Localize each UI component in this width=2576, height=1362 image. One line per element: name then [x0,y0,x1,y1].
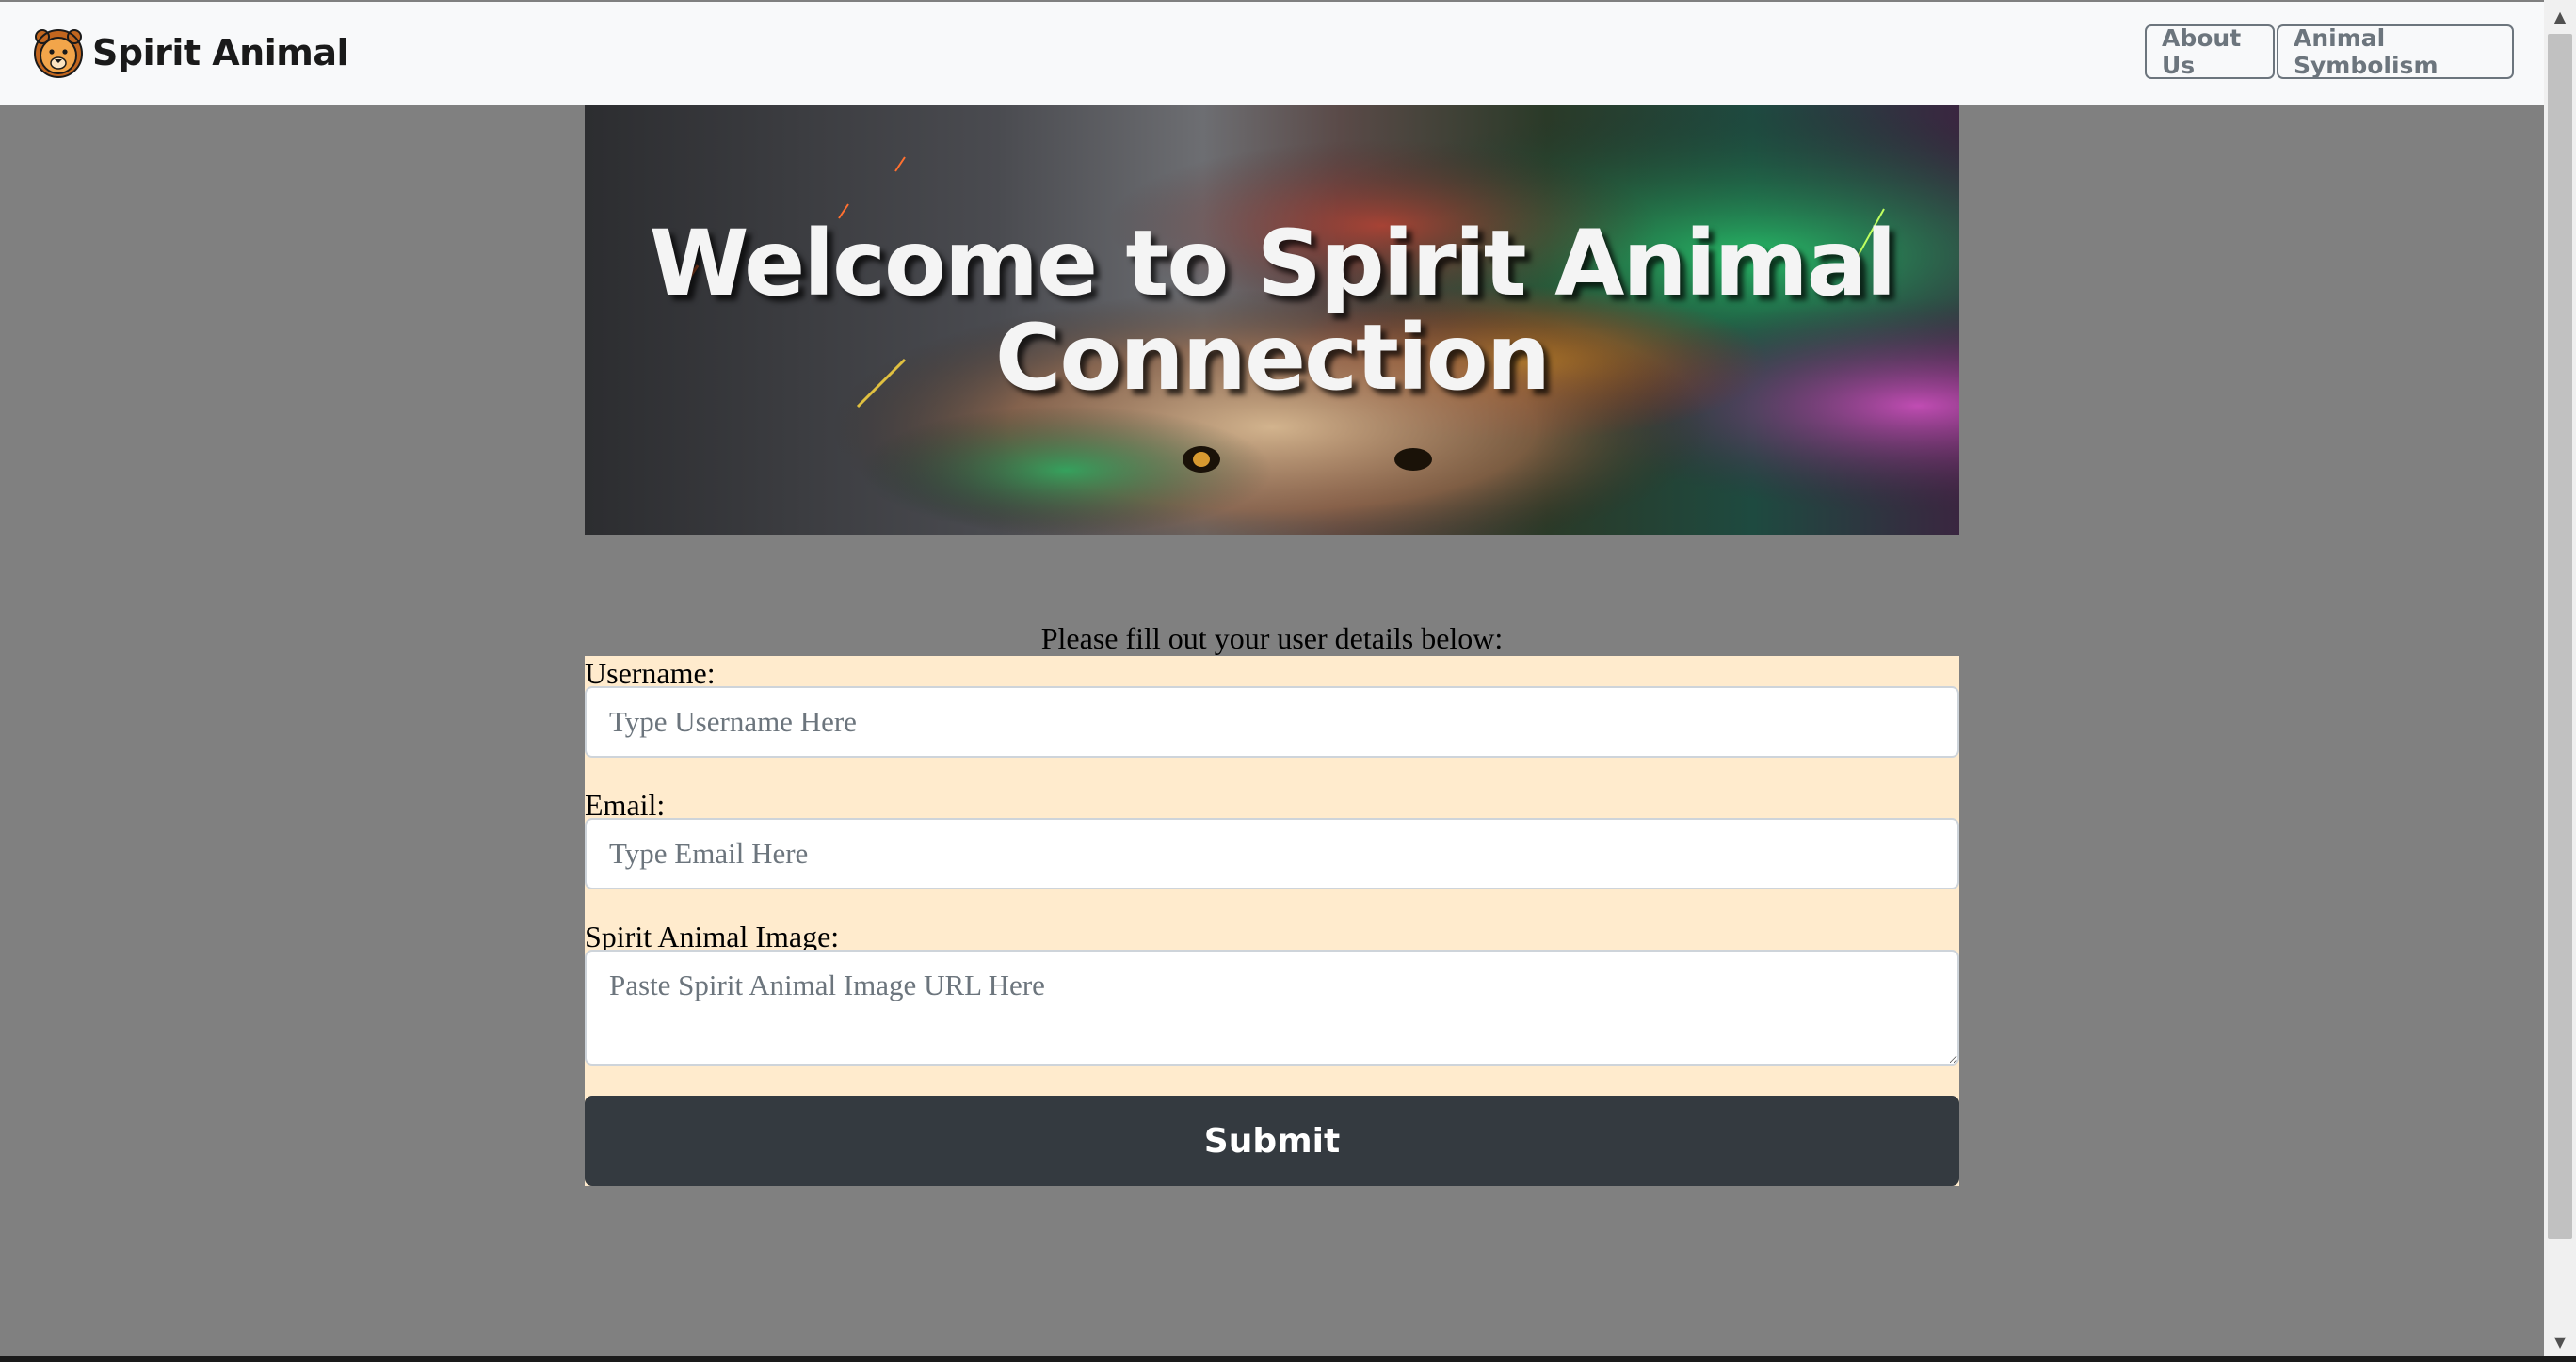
spirit-animal-image-url-input[interactable] [585,950,1959,1066]
nav-button-group: About Us Animal Symbolism [2143,24,2514,79]
navbar: Spirit Animal About Us Animal Symbolism [0,2,2544,105]
username-input[interactable] [585,686,1959,758]
window-bottom-border [0,1356,2576,1362]
hero-title: Welcome to Spirit Animal Connection [649,211,1897,410]
form-prompt: Please fill out your user details below: [1040,621,1504,655]
scrollbar-thumb[interactable] [2548,34,2572,1239]
submit-button[interactable]: Submit [585,1096,1959,1186]
hero-banner: Welcome to Spirit Animal Connection [585,105,1959,535]
vertical-scrollbar[interactable]: ▲ ▼ [2544,0,2576,1362]
scroll-down-arrow-icon[interactable]: ▼ [2544,1327,2576,1355]
scroll-up-arrow-icon[interactable]: ▲ [2544,2,2576,30]
about-us-button[interactable]: About Us [2145,24,2275,79]
brand-name: Spirit Animal [92,32,349,73]
brand[interactable]: Spirit Animal [34,23,349,83]
email-input[interactable] [585,818,1959,889]
lion-face-icon [34,29,83,78]
page-viewport: Spirit Animal About Us Animal Symbolism [0,0,2544,1362]
animal-symbolism-button[interactable]: Animal Symbolism [2277,24,2514,79]
